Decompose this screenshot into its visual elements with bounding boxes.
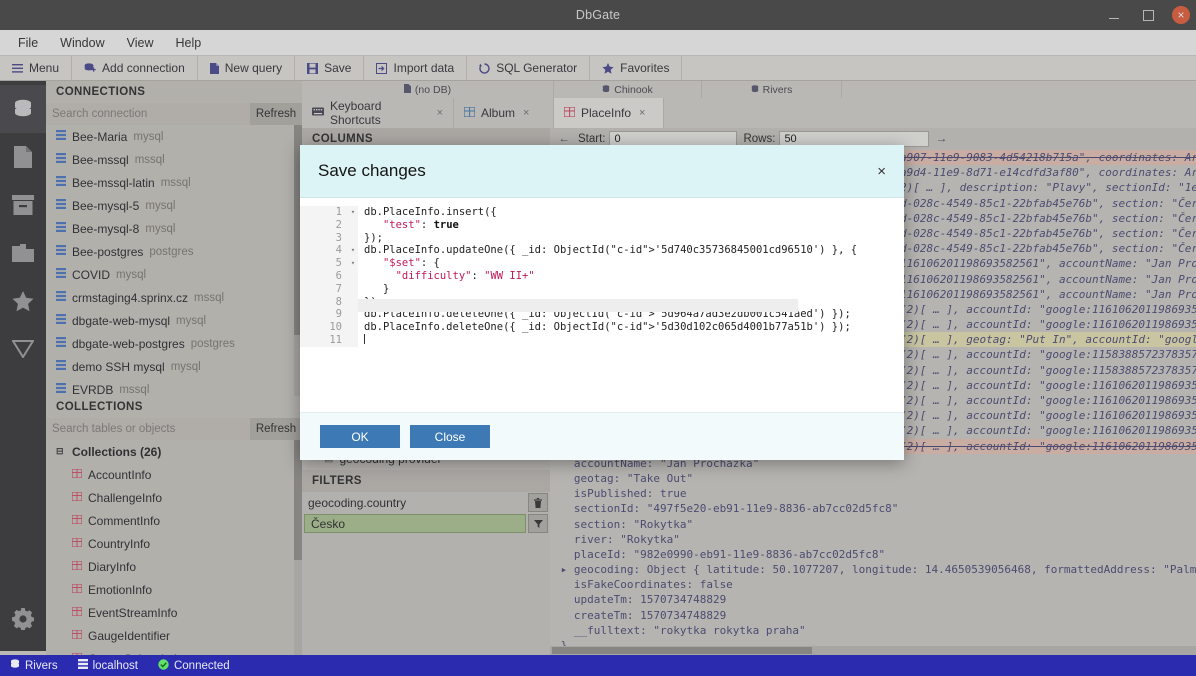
status-database[interactable]: Rivers	[0, 655, 68, 676]
fold-marker[interactable]	[348, 296, 358, 309]
save-changes-dialog: Save changes × 1 2 3 4 5 6 7 8 9 10 11 ▾ ▾ ▾ db.Plac…	[300, 145, 904, 460]
close-button-dialog[interactable]: Close	[410, 425, 490, 448]
status-server[interactable]: localhost	[68, 655, 148, 676]
code-line[interactable]: db.PlaceInfo.insert({	[364, 206, 857, 219]
fold-marker[interactable]	[348, 308, 358, 321]
database-icon	[10, 659, 20, 672]
line-number: 2	[335, 218, 342, 231]
status-connection-label: Connected	[173, 659, 230, 672]
line-number: 11	[329, 333, 342, 346]
code-line[interactable]: "difficulty": "WW II+"	[364, 270, 857, 283]
fold-marker[interactable]	[348, 232, 358, 245]
status-server-label: localhost	[92, 659, 138, 672]
line-number: 10	[329, 321, 342, 334]
ok-button[interactable]: OK	[320, 425, 400, 448]
status-bar: Rivers localhost Connected	[0, 655, 1196, 676]
code-line[interactable]: }	[364, 283, 857, 296]
dbgate-window: DbGate × File Window View Help Menu Add …	[0, 0, 1196, 676]
dialog-close-icon[interactable]: ×	[877, 163, 886, 180]
dialog-header: Save changes ×	[300, 145, 904, 198]
fold-marker[interactable]	[348, 334, 358, 347]
fold-marker[interactable]: ▾	[348, 206, 358, 219]
dialog-title: Save changes	[318, 161, 426, 180]
editor-code-content[interactable]: db.PlaceInfo.insert({ "test": true}); db.…	[358, 206, 857, 347]
code-line[interactable]	[364, 333, 857, 347]
line-number: 8	[335, 295, 342, 308]
editor-fold-markers[interactable]: ▾ ▾ ▾	[348, 206, 358, 347]
line-number: 9	[335, 308, 342, 321]
fold-marker[interactable]: ▾	[348, 257, 358, 270]
code-editor[interactable]: 1 2 3 4 5 6 7 8 9 10 11 ▾ ▾ ▾ db.PlaceInfo.insert({ …	[300, 206, 904, 347]
server-icon	[77, 659, 88, 672]
fold-marker[interactable]	[348, 270, 358, 283]
code-line[interactable]: "test": true	[364, 219, 857, 232]
fold-marker[interactable]	[348, 321, 358, 334]
editor-line-numbers: 1 2 3 4 5 6 7 8 9 10 11	[300, 206, 348, 347]
code-line[interactable]: db.PlaceInfo.updateOne({ _id: ObjectId("…	[364, 244, 857, 257]
dialog-footer: OK Close	[300, 412, 904, 460]
fold-marker[interactable]: ▾	[348, 244, 358, 257]
dialog-body: 1 2 3 4 5 6 7 8 9 10 11 ▾ ▾ ▾ db.PlaceInfo.insert({ …	[300, 198, 904, 412]
editor-active-line-highlight	[358, 299, 798, 312]
code-line[interactable]: "$set": {	[364, 257, 857, 270]
code-line[interactable]: });	[364, 232, 857, 245]
status-database-label: Rivers	[25, 659, 58, 672]
line-number: 7	[335, 282, 342, 295]
fold-marker[interactable]	[348, 283, 358, 296]
check-icon	[158, 658, 169, 673]
line-number: 1	[335, 206, 342, 218]
status-connection[interactable]: Connected	[148, 655, 240, 676]
fold-marker[interactable]	[348, 219, 358, 232]
line-number: 6	[335, 269, 342, 282]
code-line[interactable]: db.PlaceInfo.deleteOne({ _id: ObjectId("…	[364, 321, 857, 334]
line-number: 4	[335, 244, 342, 257]
line-number: 3	[335, 231, 342, 244]
line-number: 5	[335, 257, 342, 270]
